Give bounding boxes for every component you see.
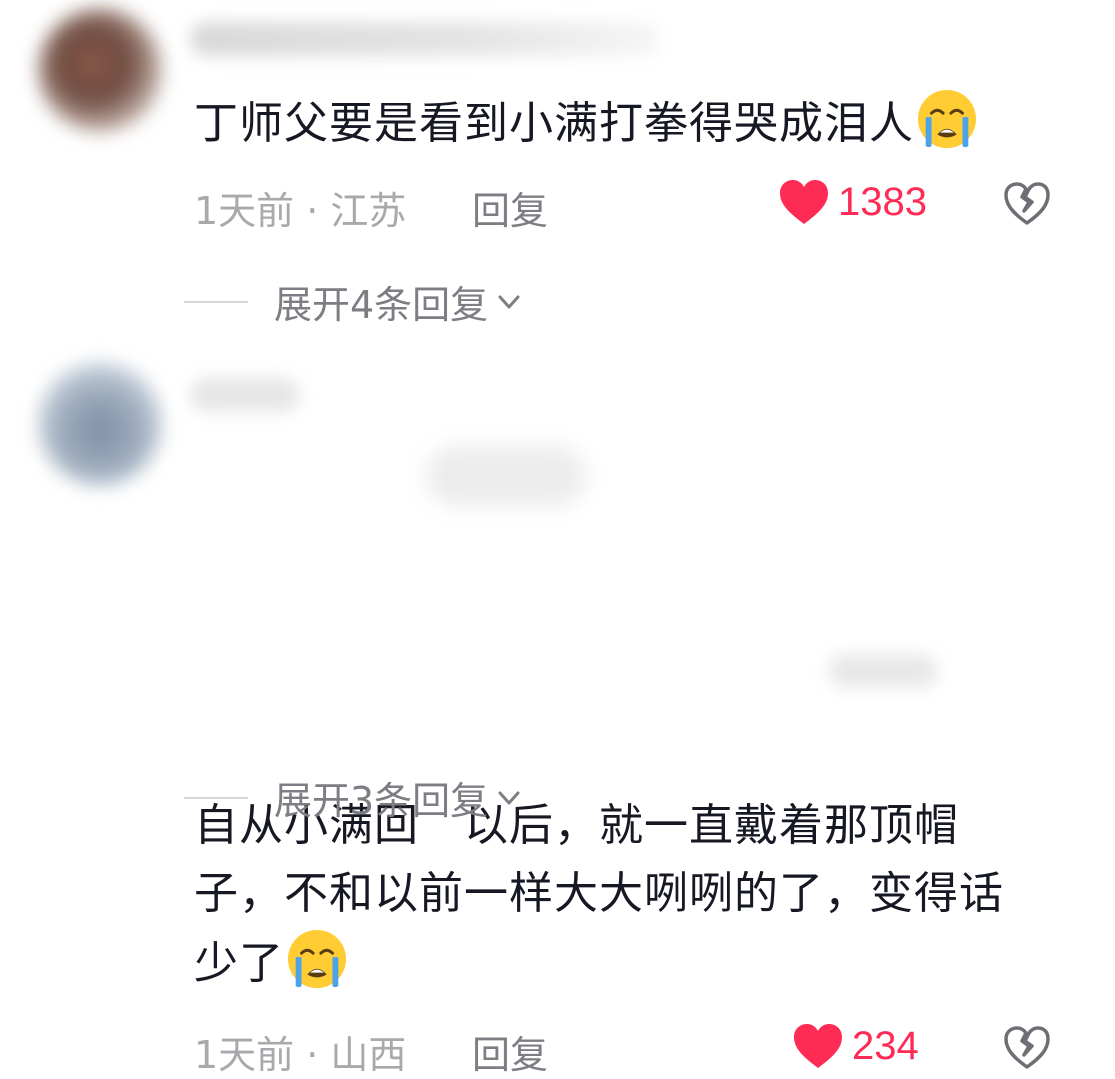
comment-item: 丁师父要是看到小满打拳得哭成泪人 1天前 · 江苏 回复 1383 展开4条回复 <box>0 0 1115 340</box>
expand-replies-button[interactable]: 展开3条回复 <box>184 770 524 825</box>
avatar[interactable] <box>38 362 162 486</box>
divider <box>184 300 248 303</box>
broken-heart-icon[interactable] <box>1002 1024 1052 1070</box>
text-redaction <box>426 446 586 506</box>
like-count: 234 <box>852 1023 919 1068</box>
comment-text-content: 丁师父要是看到小满打拳得哭成泪人 <box>194 98 914 149</box>
chevron-down-icon <box>494 783 524 813</box>
username-redacted[interactable] <box>190 22 660 56</box>
username-redacted[interactable] <box>190 378 300 412</box>
comment-time-location: 1天前 · 江苏 <box>194 189 407 233</box>
comment-text: 丁师父要是看到小满打拳得哭成泪人 <box>194 88 1074 158</box>
like-redaction <box>828 654 938 688</box>
expand-replies-label: 展开4条回复 <box>274 283 489 327</box>
divider <box>184 796 248 799</box>
like-button[interactable]: 1383 <box>778 178 927 226</box>
like-count: 1383 <box>838 179 927 224</box>
reply-button[interactable]: 回复 <box>472 1024 548 1079</box>
expand-replies-label: 展开3条回复 <box>274 779 489 823</box>
heart-icon <box>778 178 830 226</box>
comment-item: 自从小满回 以后，就一直戴着那顶帽 子，不和以前一样大大咧咧的了，变得话 少了 … <box>0 348 1115 1077</box>
like-button[interactable]: 234 <box>792 1022 919 1070</box>
avatar[interactable] <box>38 8 162 132</box>
chevron-down-icon <box>494 287 524 317</box>
reply-button[interactable]: 回复 <box>472 180 548 235</box>
loudly-crying-face-icon <box>916 88 978 150</box>
comment-time-location: 1天前 · 山西 <box>194 1033 407 1077</box>
loudly-crying-face-icon <box>286 928 348 990</box>
broken-heart-icon[interactable] <box>1002 180 1052 226</box>
heart-icon <box>792 1022 844 1070</box>
expand-replies-button[interactable]: 展开4条回复 <box>184 274 524 329</box>
